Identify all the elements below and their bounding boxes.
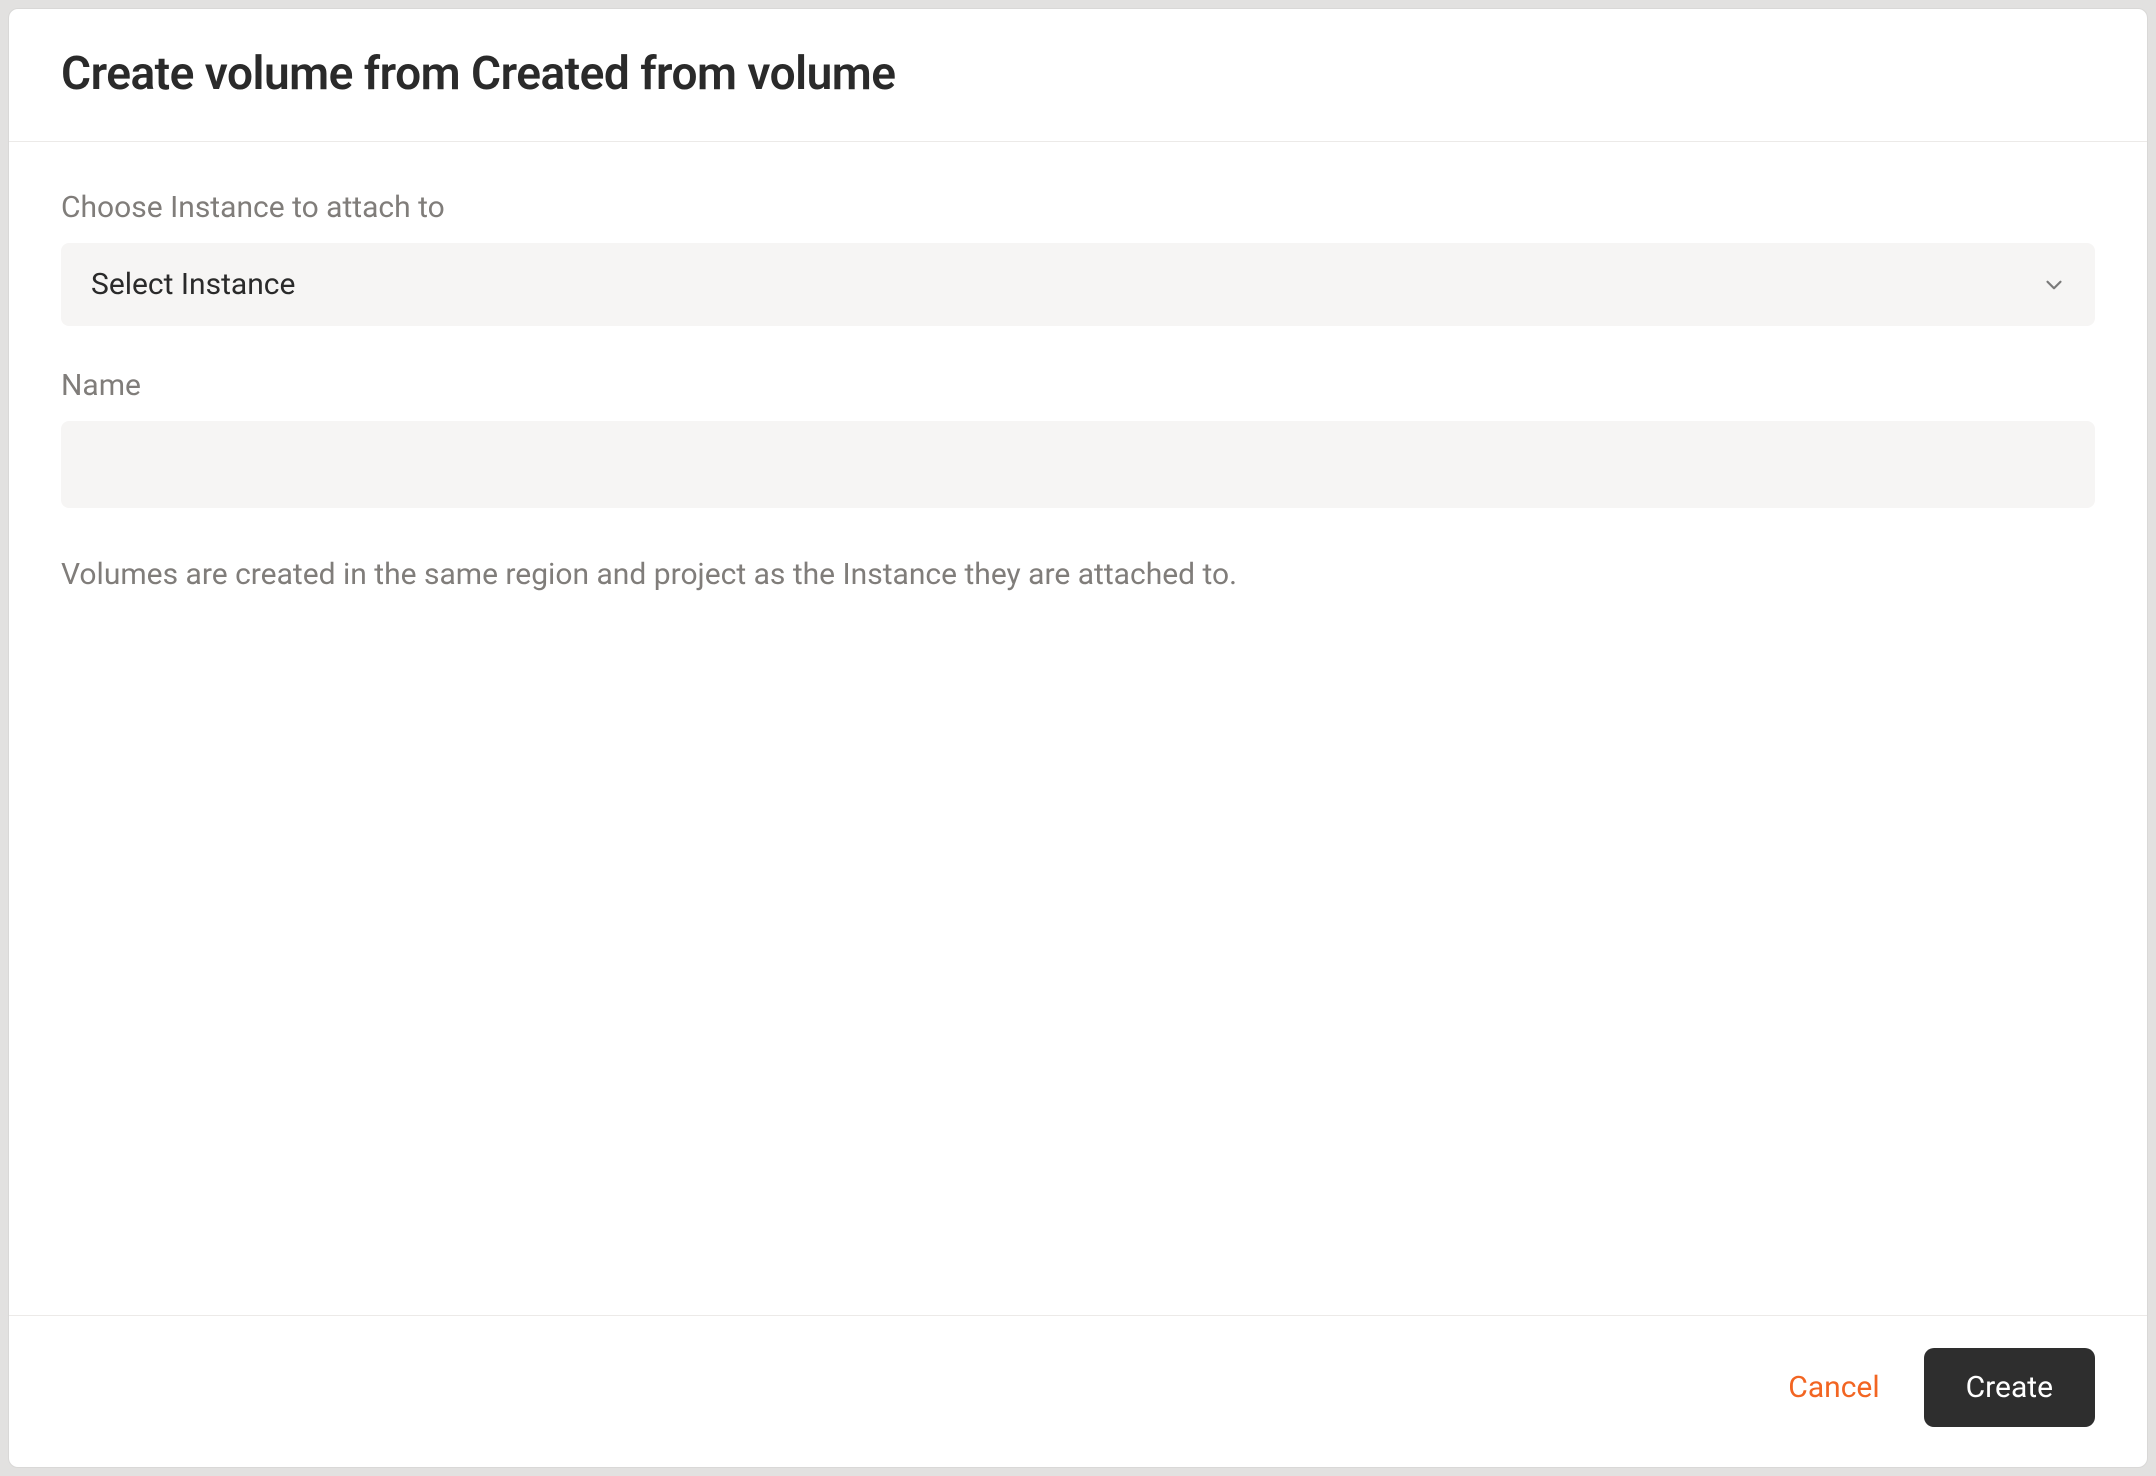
help-text: Volumes are created in the same region a…	[61, 552, 2095, 599]
modal-title: Create volume from Created from volume	[61, 47, 2095, 101]
cancel-button[interactable]: Cancel	[1784, 1360, 1883, 1415]
create-button[interactable]: Create	[1924, 1348, 2095, 1427]
modal-footer: Cancel Create	[9, 1316, 2147, 1467]
instance-select-wrap: Select Instance	[61, 243, 2095, 326]
modal-body: Choose Instance to attach to Select Inst…	[9, 142, 2147, 1316]
modal-header: Create volume from Created from volume	[9, 9, 2147, 142]
name-input-label: Name	[61, 368, 2095, 403]
create-volume-modal: Create volume from Created from volume C…	[8, 8, 2148, 1468]
instance-select[interactable]: Select Instance	[61, 243, 2095, 326]
name-input[interactable]	[61, 421, 2095, 508]
instance-select-label: Choose Instance to attach to	[61, 190, 2095, 225]
